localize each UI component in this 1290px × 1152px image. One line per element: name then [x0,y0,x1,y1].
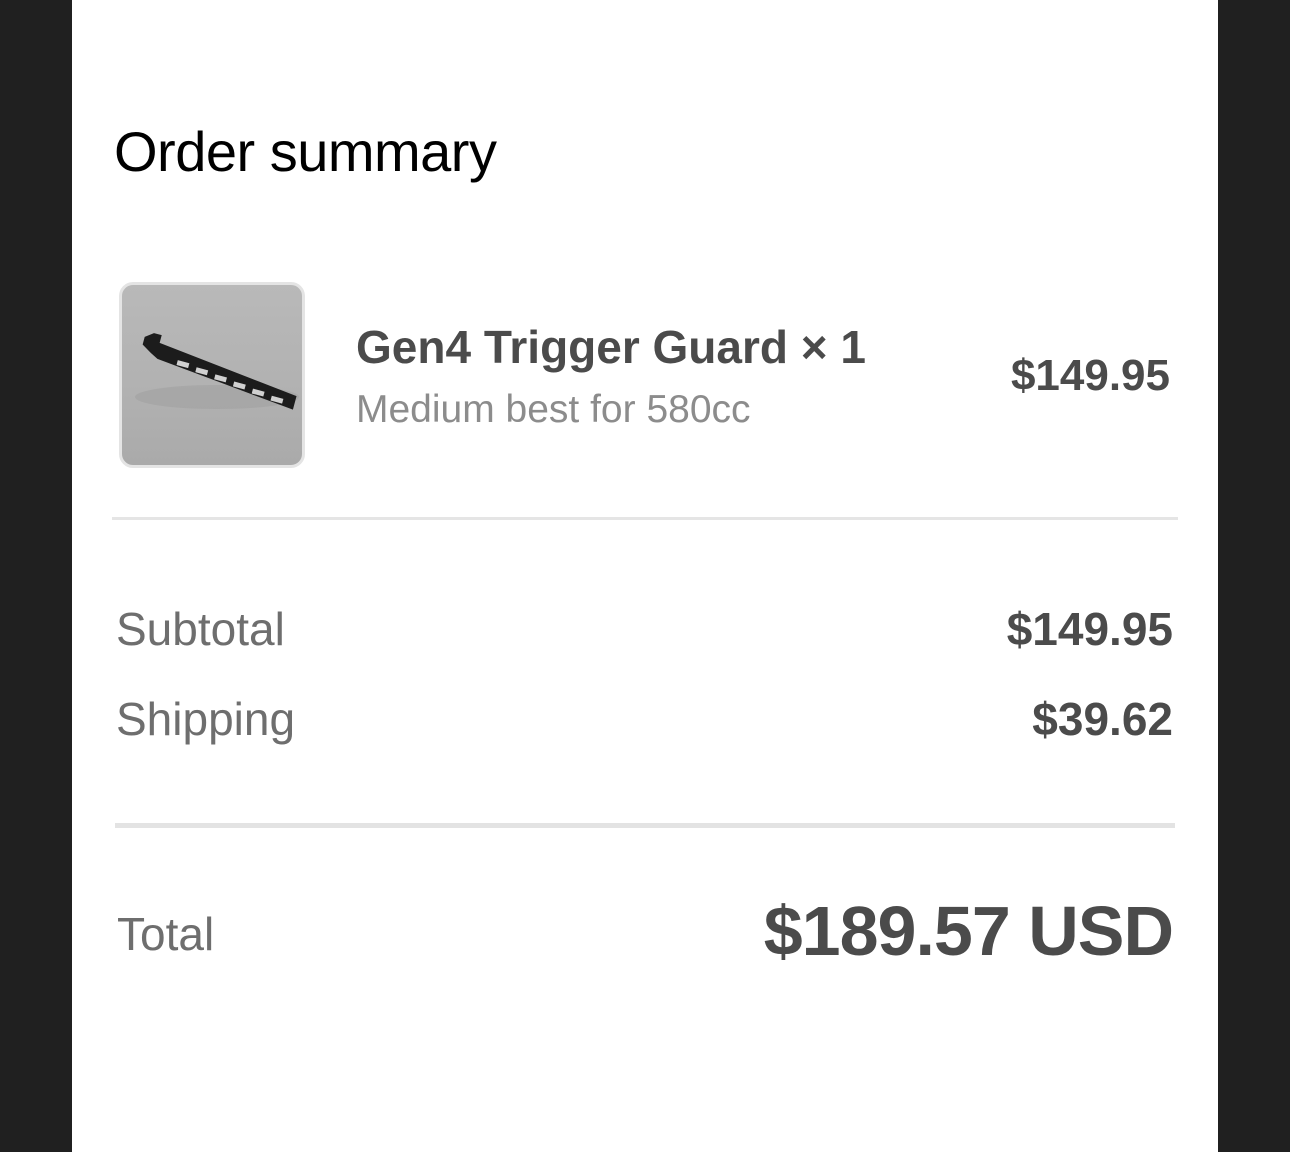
product-thumbnail [119,282,305,468]
total-value: $189.57 USD [763,892,1174,970]
product-name: Gen4 Trigger Guard × 1 [356,321,866,373]
shipping-label: Shipping [116,693,296,745]
trigger-guard-image [135,333,299,410]
order-summary-panel: Order summary Gen4 Trigger Guard × 1 Med… [72,0,1218,1152]
divider [115,823,1175,828]
shipping-value: $39.62 [1032,693,1173,745]
order-summary-title: Order summary [114,120,497,183]
divider [112,517,1178,520]
product-price: $149.95 [1010,351,1170,400]
subtotal-label: Subtotal [116,603,285,655]
subtotal-value: $149.95 [1006,603,1173,655]
total-label: Total [117,908,215,960]
product-variant: Medium best for 580cc [356,388,751,431]
